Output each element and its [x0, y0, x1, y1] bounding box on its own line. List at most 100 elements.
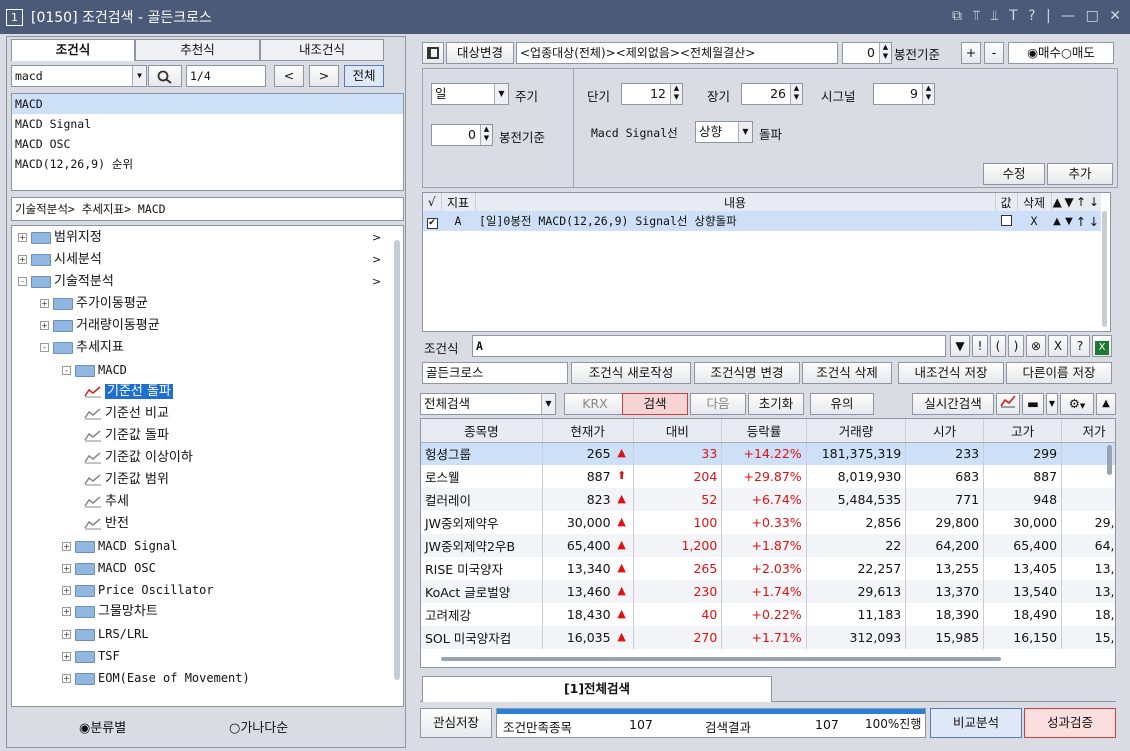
collapse-button[interactable]: ▲ — [1096, 393, 1116, 415]
chevron-down-icon[interactable]: ▼ — [132, 66, 146, 86]
delete-condition-button[interactable]: 조건식 삭제 — [802, 362, 892, 384]
krx-button[interactable]: KRX — [564, 393, 626, 415]
not-button[interactable]: ! — [972, 335, 988, 357]
save-as-button[interactable]: 다른이름 저장 — [1006, 362, 1112, 384]
col-change[interactable]: 대비 — [633, 419, 723, 443]
expand-icon[interactable]: + — [62, 630, 71, 639]
open-paren-button[interactable]: ( — [990, 335, 1006, 357]
search-input[interactable]: macd ▼ — [11, 65, 147, 87]
spinner-icon[interactable]: ▲ ▼ — [480, 125, 492, 145]
next-result-button[interactable]: 다음 — [690, 393, 746, 415]
table-row[interactable]: 로스웰 887 ⬆ 204 +29.87% 8,019,930 683 887 6 — [421, 465, 1115, 488]
sort-by-category[interactable]: ◉분류별 — [79, 717, 126, 736]
tree-item[interactable]: 기준값 돌파 — [84, 426, 169, 446]
list-item[interactable]: MACD — [12, 94, 403, 114]
grid-hscroll[interactable] — [441, 657, 1001, 661]
table-row[interactable]: SOL 미국양자컴 16,035 ▲ 270 +1.71% 312,093 15,985 16… — [421, 626, 1115, 649]
search-scope-select[interactable]: 전체검색 ▼ — [420, 393, 556, 415]
list-item[interactable]: MACD OSC — [12, 134, 403, 154]
condition-row[interactable]: ✔ A [일]0봉전 MACD(12,26,9) Signal선 상향돌파 X … — [423, 211, 1101, 231]
modify-button[interactable]: 수정 — [983, 163, 1045, 185]
tree-item[interactable]: + EOM(Ease of Movement) — [62, 668, 250, 688]
excel-button[interactable]: X — [1092, 335, 1112, 357]
chevron-down-icon[interactable]: ▼ — [494, 84, 508, 104]
short-spinner[interactable]: 12 ▲ ▼ — [621, 83, 683, 105]
prev-button[interactable]: < — [274, 65, 304, 87]
expand-icon[interactable]: + — [40, 299, 49, 308]
tree-item[interactable]: - MACD — [62, 360, 127, 380]
move-bottom-icon[interactable]: ↓ — [1087, 211, 1101, 231]
move-top-icon[interactable]: ↑ — [1075, 211, 1087, 231]
window-controls[interactable]: ⧉ ⫪ ⫫ T ? | — □ ✕ — [952, 8, 1124, 24]
table-row[interactable]: JW중외제약우 30,000 ▲ 100 +0.33% 2,856 29,800 30,000… — [421, 511, 1115, 534]
spinner-icon[interactable]: ▲ ▼ — [790, 84, 802, 104]
tab-all-search[interactable]: [1]전체검색 — [422, 676, 772, 702]
bong-spinner[interactable]: 0 ▲ ▼ — [842, 42, 892, 64]
tree-item[interactable]: 기준선 돌파 — [84, 382, 173, 402]
dropdown-button[interactable]: ▼ — [1046, 393, 1058, 415]
caution-button[interactable]: 유의 — [810, 393, 874, 415]
list-menu-button[interactable]: ▬ — [1022, 393, 1044, 415]
x-button[interactable]: X — [1048, 335, 1068, 357]
move-down-icon[interactable]: ▼ — [1063, 211, 1075, 231]
save-my-condition-button[interactable]: 내조건식 저장 — [898, 362, 1004, 384]
col-stock-name[interactable]: 종목명 — [421, 419, 543, 443]
chevron-down-icon[interactable]: ▼ — [541, 394, 555, 414]
save-interest-button[interactable]: 관심저장 — [420, 708, 492, 738]
help-button[interactable]: ? — [1070, 335, 1090, 357]
plus-button[interactable]: + — [961, 42, 981, 64]
table-row[interactable]: 헝셩그룹 265 ▲ 33 +14.22% 181,375,319 233 299 2 — [421, 442, 1115, 465]
expand-icon[interactable]: + — [62, 674, 71, 683]
table-row[interactable]: JW중외제약2우B 65,400 ▲ 1,200 +1.87% 22 64,200 65,40… — [421, 534, 1115, 557]
move-up-icon[interactable]: ▲ — [1051, 211, 1063, 231]
target-change-button[interactable]: 대상변경 — [446, 42, 514, 64]
condition-name-input[interactable]: 골든크로스 — [422, 362, 568, 384]
direction-select[interactable]: 상향 ▼ — [695, 121, 753, 143]
add-button[interactable]: 추가 — [1047, 163, 1113, 185]
expand-icon[interactable]: + — [62, 586, 71, 595]
tree-item[interactable]: 기준값 범위 — [84, 470, 169, 490]
bong2-spinner[interactable]: 0 ▲ ▼ — [431, 124, 493, 146]
list-item[interactable]: MACD Signal — [12, 114, 403, 134]
rename-condition-button[interactable]: 조건식명 변경 — [694, 362, 800, 384]
tab-my-condition[interactable]: 내조건식 — [260, 39, 384, 61]
reset-button[interactable]: 초기화 — [748, 393, 804, 415]
tree-item[interactable]: + MACD OSC — [62, 558, 156, 578]
col-price[interactable]: 현재가 — [542, 419, 634, 443]
checkbox-checked-icon[interactable]: ✔ — [426, 218, 438, 229]
tree-item[interactable]: 기준선 비교 — [84, 404, 169, 424]
expand-icon[interactable]: + — [62, 652, 71, 661]
chart-button[interactable] — [996, 393, 1020, 415]
tree-item[interactable]: + 시세분석 > — [18, 250, 381, 270]
period-select[interactable]: 일 ▼ — [431, 83, 509, 105]
table-row[interactable]: 컬러레이 823 ▲ 52 +6.74% 5,484,535 771 948 7 — [421, 488, 1115, 511]
chevron-down-icon[interactable]: ▼ — [738, 122, 752, 142]
close-paren-button[interactable]: ) — [1008, 335, 1024, 357]
xor-button[interactable]: ⊗ — [1026, 335, 1046, 357]
tree-item[interactable]: + TSF — [62, 646, 120, 666]
minus-button[interactable]: - — [984, 42, 1004, 64]
layout-icon-button[interactable] — [422, 42, 444, 64]
next-button[interactable]: > — [309, 65, 339, 87]
search-run-button[interactable]: 검색 — [622, 393, 688, 415]
checkbox-icon[interactable] — [1000, 214, 1012, 226]
col-volume[interactable]: 거래량 — [806, 419, 907, 443]
search-button[interactable] — [148, 65, 182, 87]
table-row[interactable]: KoAct 글로벌양 13,460 ▲ 230 +1.74% 29,613 13,370 13… — [421, 580, 1115, 603]
table-row[interactable]: 고려제강 18,430 ▲ 40 +0.22% 11,183 18,390 18,490 18,… — [421, 603, 1115, 626]
sort-by-name[interactable]: ○가나다순 — [229, 717, 288, 736]
tree-item[interactable]: + Price Oscillator — [62, 580, 214, 600]
dropdown-formula-button[interactable]: ▼ — [950, 335, 970, 357]
collapse-icon[interactable]: - — [40, 343, 49, 352]
spinner-icon[interactable]: ▲ ▼ — [922, 84, 934, 104]
performance-check-button[interactable]: 성과검증 — [1024, 708, 1116, 738]
spinner-icon[interactable]: ▲ ▼ — [879, 43, 891, 63]
col-rate[interactable]: 등락률 — [721, 419, 807, 443]
expand-icon[interactable]: + — [40, 321, 49, 330]
settings-button[interactable]: ⚙▼ — [1060, 393, 1094, 415]
collapse-icon[interactable]: - — [18, 277, 27, 286]
tree-item[interactable]: - 추세지표 — [40, 338, 124, 358]
compare-analysis-button[interactable]: 비교분석 — [930, 708, 1022, 738]
list-item[interactable]: MACD(12,26,9) 순위 — [12, 154, 403, 174]
expand-icon[interactable]: + — [62, 542, 71, 551]
